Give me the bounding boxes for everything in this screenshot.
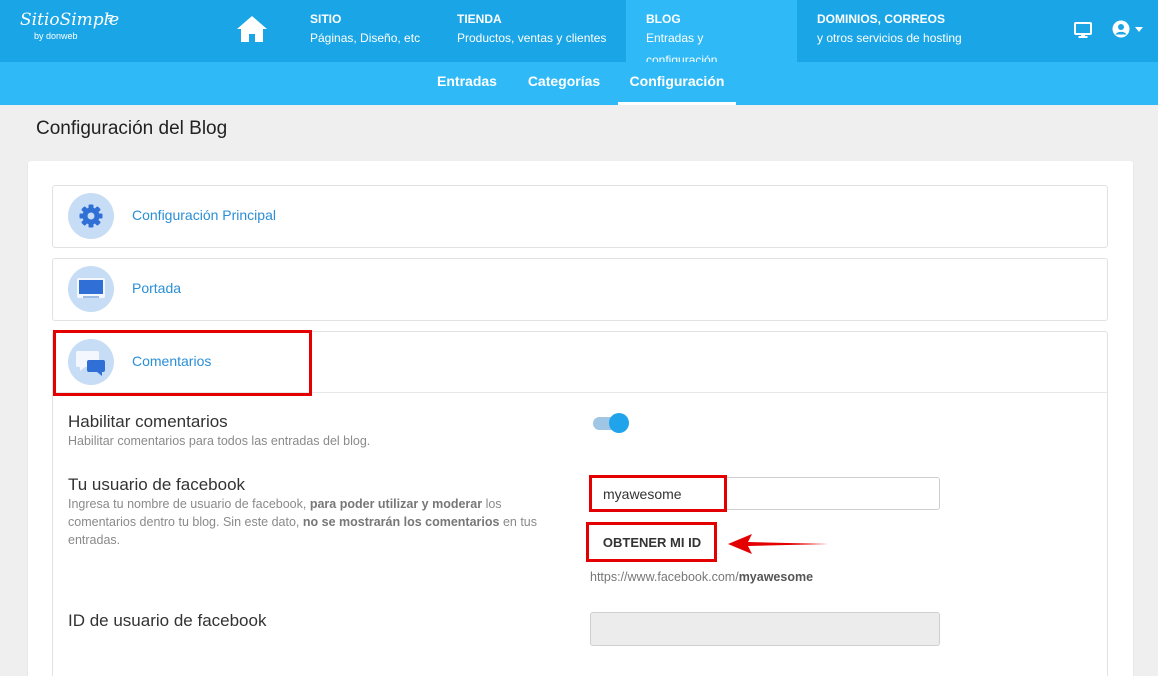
facebook-user-description: Ingresa tu nombre de usuario de facebook… <box>68 495 558 549</box>
caret-down-icon <box>1135 27 1143 32</box>
sub-navbar: Entradas Categorías Configuración <box>0 62 1158 105</box>
panel-header[interactable]: Portada <box>53 259 1107 320</box>
monitor-icon[interactable] <box>1074 21 1092 39</box>
subnav-item-categorias[interactable]: Categorías <box>520 62 608 105</box>
panel-icon-circle <box>68 266 114 312</box>
highlight-comentarios-box <box>53 330 312 396</box>
nav-item-subtitle: Páginas, Diseño, etc <box>310 31 421 45</box>
gear-icon <box>79 204 103 228</box>
nav-item-title: BLOG <box>646 12 681 26</box>
nav-item-title: SITIO <box>310 12 342 26</box>
url-prefix: https://www.facebook.com/ <box>590 570 739 584</box>
panel-configuracion-principal: Configuración Principal <box>52 185 1108 248</box>
nav-item-dominios[interactable]: DOMINIOS, CORREOS y otros servicios de h… <box>797 0 982 62</box>
enable-comments-title: Habilitar comentarios <box>68 412 228 431</box>
facebook-profile-url: https://www.facebook.com/myawesome <box>590 570 813 584</box>
highlight-username-box <box>589 475 727 512</box>
desc-bold-text: no se mostrarán los comentarios <box>302 515 500 529</box>
desc-bold-text: para poder utilizar y moderar <box>309 497 483 511</box>
desc-text: Ingresa tu nombre de usuario de facebook… <box>68 497 310 511</box>
panel-header[interactable]: Configuración Principal <box>53 186 1107 247</box>
panel-portada: Portada <box>52 258 1108 321</box>
subnav-item-configuracion[interactable]: Configuración <box>618 62 736 105</box>
nav-item-title: DOMINIOS, CORREOS <box>817 12 946 26</box>
subnav-item-entradas[interactable]: Entradas <box>428 62 506 105</box>
enable-comments-description: Habilitar comentarios para todos las ent… <box>68 434 371 448</box>
user-circle-icon <box>1112 20 1130 38</box>
page-title: Configuración del Blog <box>36 118 228 139</box>
red-arrow-annotation <box>728 534 829 554</box>
facebook-id-input[interactable] <box>590 612 940 646</box>
monitor-icon <box>77 278 105 298</box>
logo-text: SitioSimple <box>20 10 120 30</box>
sitiosimple-logo[interactable]: SitioSimple by donweb <box>20 10 120 50</box>
wifi-icon <box>105 14 115 23</box>
home-icon[interactable] <box>236 15 268 43</box>
nav-item-subtitle: Productos, ventas y clientes <box>457 31 607 45</box>
top-navbar: SitioSimple by donweb SITIO Páginas, Dis… <box>0 0 1158 67</box>
nav-item-sitio[interactable]: SITIO Páginas, Diseño, etc <box>290 0 440 62</box>
facebook-user-title: Tu usuario de facebook <box>68 475 246 494</box>
panel-label[interactable]: Portada <box>132 280 181 296</box>
panel-label[interactable]: Configuración Principal <box>132 207 276 223</box>
enable-comments-toggle[interactable] <box>592 413 629 433</box>
url-user: myawesome <box>738 570 814 584</box>
toggle-knob <box>609 413 629 433</box>
highlight-get-id-box <box>586 522 717 562</box>
nav-item-blog[interactable]: BLOG Entradas y configuración <box>626 0 797 67</box>
nav-item-subtitle: y otros servicios de hosting <box>817 31 962 45</box>
facebook-id-title: ID de usuario de facebook <box>68 611 267 630</box>
logo-subtext: by donweb <box>34 31 78 41</box>
panel-icon-circle <box>68 193 114 239</box>
nav-item-title: TIENDA <box>457 12 502 26</box>
nav-item-tienda[interactable]: TIENDA Productos, ventas y clientes <box>437 0 626 62</box>
